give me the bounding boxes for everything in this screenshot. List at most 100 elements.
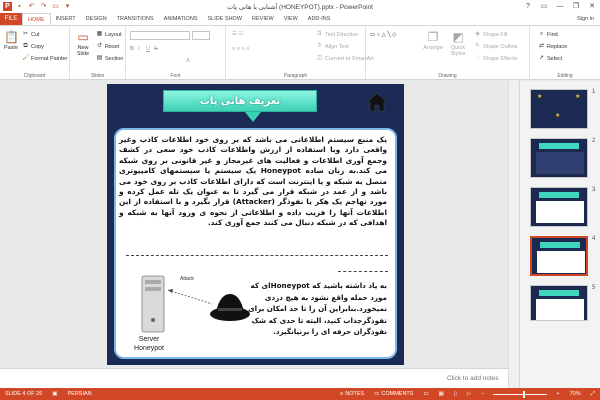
paste-button[interactable]: 📋 Paste [2, 29, 20, 51]
layout-button[interactable]: ▦ Layout [96, 31, 122, 38]
shape-fill-button[interactable]: ◈ Shape Fill [474, 31, 507, 38]
tab-view[interactable]: VIEW [279, 13, 303, 25]
font-color-button[interactable]: A [186, 58, 190, 64]
clipboard-group-label: Clipboard [23, 73, 46, 79]
convert-smartart-button[interactable]: ◫ Convert to SmartArt [316, 55, 374, 62]
tab-design[interactable]: DESIGN [81, 13, 112, 25]
strikethrough-button[interactable]: S [154, 46, 158, 52]
help-button[interactable]: ? [520, 0, 536, 13]
close-button[interactable]: ✕ [584, 0, 600, 13]
undo-icon[interactable]: ↶ [27, 2, 36, 11]
tab-home[interactable]: HOME [22, 13, 51, 25]
section-icon: ▤ [96, 55, 103, 61]
fit-slide-icon[interactable]: ⤢ [586, 391, 600, 398]
slide-thumbnail-2[interactable] [530, 138, 588, 178]
star-icon: ★ [555, 113, 561, 119]
select-button[interactable]: ➚ Select [538, 55, 562, 62]
slide-thumbnail-3[interactable] [530, 187, 588, 227]
format-painter-button[interactable]: 🖌 Format Painter [22, 55, 67, 62]
layout-icon: ▦ [96, 31, 103, 37]
tab-slide-show[interactable]: SLIDE SHOW [202, 13, 247, 25]
honeypot-keyword-2: Honeypot [270, 281, 310, 290]
tab-transitions[interactable]: TRANSITIONS [112, 13, 159, 25]
bullets-button[interactable]: ☰ ☷ [232, 31, 243, 37]
save-icon[interactable]: ▪ [15, 2, 24, 11]
start-slideshow-icon[interactable]: ▭ [51, 2, 60, 11]
slide-thumbnail-5[interactable] [530, 285, 588, 321]
tab-animations[interactable]: ANIMATIONS [159, 13, 203, 25]
underline-button[interactable]: U [146, 46, 150, 52]
honeypot-keyword: Honeypot [260, 166, 301, 176]
copy-button[interactable]: ⧉ Copy [22, 43, 44, 50]
quick-styles-button[interactable]: ◩ Quick Styles [446, 29, 470, 57]
slides-group-label: Slides [90, 73, 105, 79]
italic-button[interactable]: I [138, 46, 140, 52]
vertical-scrollbar[interactable] [508, 81, 519, 388]
arrange-button[interactable]: ❐ Arrange [422, 29, 444, 51]
restore-button[interactable]: ❐ [568, 0, 584, 13]
paragraph-group: ☰ ☷ ≡ ≡ ≡ ≡ ⇅ Text Direction ⇕ Align Tex… [226, 26, 374, 80]
slide-sorter-button[interactable]: ▦ [434, 391, 449, 397]
tab-insert[interactable]: INSERT [51, 13, 81, 25]
section-button[interactable]: ▤ Section [96, 55, 124, 62]
ribbon: 📋 Paste ✂ Cut ⧉ Copy 🖌 Format Painter Cl… [0, 25, 600, 80]
zoom-slider[interactable] [493, 390, 548, 398]
font-size-field[interactable] [192, 31, 210, 40]
copy-icon: ⧉ [23, 43, 28, 49]
language-indicator[interactable]: PERSIAN [63, 391, 97, 397]
align-text-button[interactable]: ⇕ Align Text [316, 43, 349, 50]
new-slide-icon: ▭ [77, 30, 89, 44]
comments-button[interactable]: ▭ COMMENTS [369, 391, 418, 397]
arrange-icon: ❐ [427, 30, 439, 44]
slide-thumbnail-1[interactable]: ★ ★ ★ [530, 89, 588, 129]
replace-button[interactable]: ⇄ Replace [538, 43, 567, 50]
customize-toolbar-icon[interactable]: ▾ [63, 2, 72, 11]
find-button[interactable]: ⌕ Find [538, 31, 558, 38]
reset-button[interactable]: ↺ Reset [96, 43, 119, 50]
notes-pane[interactable]: Click to add notes [0, 368, 508, 388]
slide-title-box[interactable]: تعریف هانی پات [163, 90, 317, 112]
slide-thumbnail-4[interactable] [530, 236, 588, 276]
brush-icon: 🖌 [22, 55, 30, 61]
tab-add-ins[interactable]: ADD-INS [303, 13, 336, 25]
shapes-gallery[interactable]: ▭ ○ △ ╲ ◇ [370, 32, 396, 38]
text-direction-button[interactable]: ⇅ Text Direction [316, 31, 358, 38]
ribbon-display-button[interactable]: ▭ [536, 0, 552, 13]
dashed-divider [126, 255, 388, 256]
dashed-divider-short [338, 271, 388, 272]
thumbnail-body [536, 152, 584, 174]
align-buttons[interactable]: ≡ ≡ ≡ ≡ [232, 46, 249, 52]
slide-canvas[interactable]: تعریف هانی پات یک منبع سیستم اطلاعاتی می… [107, 84, 404, 365]
redo-icon[interactable]: ↷ [39, 2, 48, 11]
editing-group-label: Editing [557, 73, 573, 79]
select-arrow-icon: ➚ [538, 55, 545, 61]
window-controls: ? ▭ — ❐ ✕ [520, 0, 600, 13]
definition-paragraph[interactable]: یک منبع سیستم اطلاعاتی می باشد که بر روی… [119, 135, 387, 229]
slide-thumbnails-pane[interactable]: 1 ★ ★ ★ 2 3 4 5 [519, 81, 600, 388]
window-title: آشنایی با هانی پات (HONEYPOT).pptx - Pow… [227, 3, 373, 11]
slideshow-button[interactable]: ▷ [462, 391, 476, 397]
star-icon: ★ [537, 94, 543, 100]
zoom-out-button[interactable]: − [476, 391, 489, 397]
paint-bucket-icon: ◈ [475, 31, 480, 37]
reading-view-button[interactable]: ▯ [449, 391, 462, 397]
zoom-level[interactable]: 70% [565, 391, 586, 397]
zoom-in-button[interactable]: + [551, 391, 564, 397]
font-name-field[interactable] [130, 31, 190, 40]
comment-icon: ▭ [374, 391, 380, 397]
tab-file[interactable]: FILE [0, 13, 22, 25]
bold-button[interactable]: B [130, 46, 134, 52]
new-slide-button[interactable]: ▭ New Slide [72, 29, 94, 57]
note-paragraph[interactable]: به یاد داشته باشید که Honeypotای که مورد… [247, 280, 387, 338]
notes-button[interactable]: ≡ NOTES [335, 391, 369, 397]
sign-in-link[interactable]: Sign in [577, 13, 600, 25]
normal-view-button[interactable]: ▭ [418, 391, 433, 397]
shape-effects-button[interactable]: ◌ Shape Effects [474, 55, 517, 62]
slide-content-box[interactable]: یک منبع سیستم اطلاعاتی می باشد که بر روی… [114, 128, 397, 359]
spellcheck-icon[interactable]: ▣ [47, 391, 62, 397]
shape-outline-button[interactable]: ✎ Shape Outline [474, 43, 518, 50]
home-icon[interactable] [366, 92, 388, 112]
cut-button[interactable]: ✂ Cut [22, 31, 40, 38]
minimize-button[interactable]: — [552, 0, 568, 13]
tab-review[interactable]: REVIEW [247, 13, 279, 25]
